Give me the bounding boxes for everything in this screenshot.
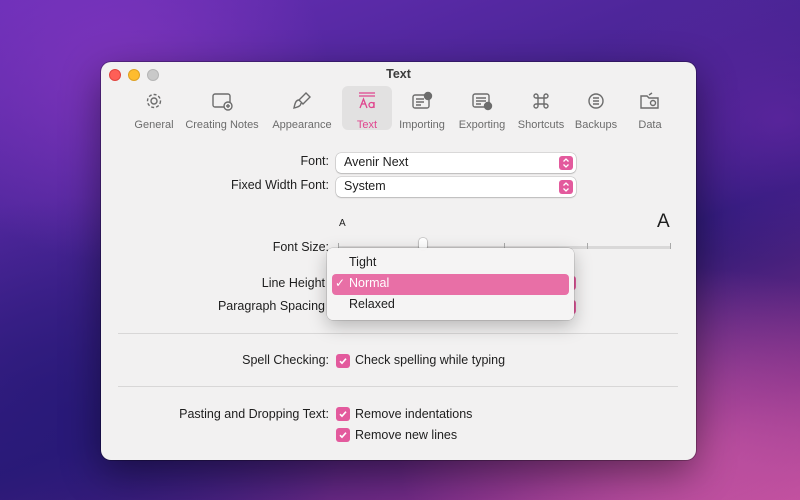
large-font-glyph: A bbox=[657, 211, 670, 232]
tab-importing[interactable]: Importing bbox=[392, 86, 452, 131]
tab-label: Appearance bbox=[272, 119, 332, 131]
import-icon bbox=[411, 91, 433, 116]
remove-indentations-label[interactable]: Remove indentations bbox=[355, 407, 472, 421]
checkmark-icon bbox=[339, 411, 347, 418]
small-font-glyph: A bbox=[339, 218, 346, 229]
font-select[interactable]: Avenir Next bbox=[336, 153, 576, 173]
menu-item-label: Relaxed bbox=[349, 297, 395, 311]
spell-checking-label: Spell Checking: bbox=[242, 353, 329, 367]
font-label: Font: bbox=[300, 154, 330, 168]
line-height-menu: Tight ✓ Normal Relaxed bbox=[327, 248, 574, 320]
command-icon bbox=[530, 91, 552, 116]
folder-icon bbox=[639, 91, 661, 116]
tab-data[interactable]: Data bbox=[622, 86, 678, 131]
tab-label: Text bbox=[356, 119, 378, 131]
pasting-label: Pasting and Dropping Text: bbox=[179, 407, 329, 421]
chevron-up-down-icon bbox=[559, 180, 573, 194]
tab-label: Exporting bbox=[458, 119, 506, 131]
tab-text[interactable]: Text bbox=[342, 86, 392, 131]
remove-indentations-checkbox[interactable] bbox=[336, 407, 350, 421]
remove-new-lines-checkbox[interactable] bbox=[336, 428, 350, 442]
fixed-width-font-value: System bbox=[344, 179, 386, 193]
tab-appearance[interactable]: Appearance bbox=[262, 86, 342, 131]
slider-tick bbox=[670, 243, 671, 249]
checkmark-icon bbox=[339, 432, 347, 439]
tab-shortcuts[interactable]: Shortcuts bbox=[512, 86, 570, 131]
spell-check-checkbox[interactable] bbox=[336, 354, 350, 368]
gear-icon bbox=[143, 91, 165, 116]
text-format-icon bbox=[356, 91, 378, 116]
tab-creating-notes[interactable]: Creating Notes bbox=[182, 86, 262, 131]
checkmark-icon: ✓ bbox=[335, 276, 346, 290]
slider-tick bbox=[587, 243, 588, 249]
tab-label: Importing bbox=[399, 119, 445, 131]
new-note-icon bbox=[211, 91, 233, 116]
line-height-label: Line Height bbox=[261, 276, 325, 290]
chevron-up-down-icon bbox=[559, 156, 573, 170]
menu-item-tight[interactable]: Tight bbox=[332, 253, 569, 274]
checkmark-icon bbox=[339, 358, 347, 365]
tab-exporting[interactable]: Exporting bbox=[452, 86, 512, 131]
export-icon bbox=[471, 91, 493, 116]
fixed-width-font-label: Fixed Width Font: bbox=[231, 178, 329, 192]
font-size-label: Font Size: bbox=[272, 240, 329, 254]
preferences-toolbar: General Creating Notes Appearance Text I… bbox=[126, 86, 678, 131]
tab-label: General bbox=[134, 119, 174, 131]
section-divider bbox=[118, 386, 678, 387]
tab-label: Data bbox=[638, 119, 662, 131]
spell-check-option-label[interactable]: Check spelling while typing bbox=[355, 353, 505, 367]
remove-new-lines-label[interactable]: Remove new lines bbox=[355, 428, 457, 442]
menu-item-label: Tight bbox=[349, 255, 377, 269]
brush-icon bbox=[291, 91, 313, 116]
menu-item-label: Normal bbox=[349, 276, 390, 290]
menu-item-relaxed[interactable]: Relaxed bbox=[332, 295, 569, 316]
title-bar: Text bbox=[101, 62, 696, 86]
tab-label: Backups bbox=[574, 119, 618, 131]
fixed-width-font-select[interactable]: System bbox=[336, 177, 576, 197]
menu-item-normal[interactable]: ✓ Normal bbox=[332, 274, 569, 295]
tab-label: Creating Notes bbox=[185, 119, 259, 131]
paragraph-spacing-label: Paragraph Spacing bbox=[217, 299, 325, 313]
font-select-value: Avenir Next bbox=[344, 155, 409, 169]
window-title: Text bbox=[386, 67, 411, 81]
tab-label: Shortcuts bbox=[517, 119, 565, 131]
section-divider bbox=[118, 333, 678, 334]
tab-general[interactable]: General bbox=[126, 86, 182, 131]
backup-icon bbox=[585, 91, 607, 116]
tab-backups[interactable]: Backups bbox=[570, 86, 622, 131]
